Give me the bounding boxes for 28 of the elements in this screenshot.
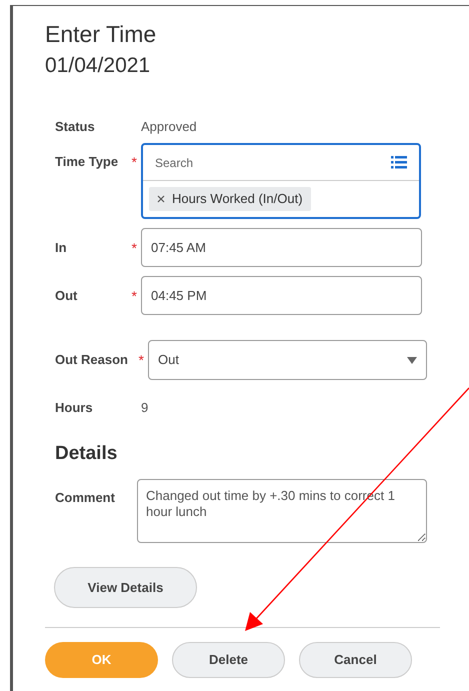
reason-dropdown[interactable]: Out bbox=[148, 340, 427, 380]
field-label: Status bbox=[55, 119, 95, 135]
required-marker: * bbox=[132, 287, 138, 304]
field-label: Time Type bbox=[55, 153, 118, 170]
required-marker: * bbox=[132, 239, 138, 256]
required-marker: * bbox=[138, 351, 145, 368]
section-heading: Details bbox=[55, 442, 118, 466]
remove-icon[interactable] bbox=[157, 195, 165, 203]
view-details-button[interactable]: View Details bbox=[54, 567, 197, 608]
field-value: Approved bbox=[141, 119, 197, 135]
action-button[interactable]: Delete bbox=[172, 642, 285, 678]
date-heading: 01/04/2021 bbox=[45, 53, 150, 79]
field-label: Comment bbox=[55, 489, 116, 506]
time-input-field[interactable]: 07:45 AM bbox=[141, 228, 422, 267]
selected-chip: Hours Worked (In/Out) bbox=[149, 187, 311, 211]
time-input-field[interactable]: 04:45 PM bbox=[141, 276, 422, 315]
field-value: 9 bbox=[141, 400, 148, 416]
field-label: Out bbox=[55, 287, 78, 304]
required-marker: * bbox=[132, 153, 138, 170]
action-button[interactable]: Cancel bbox=[299, 642, 412, 678]
field-label: In bbox=[55, 239, 67, 256]
list-icon[interactable] bbox=[391, 156, 407, 169]
search-field[interactable]: Search bbox=[155, 154, 391, 172]
time-type-box[interactable]: Search Hours Worked (In/Out) bbox=[141, 143, 421, 219]
field-label: Out Reason bbox=[55, 351, 128, 368]
field-label: Hours bbox=[55, 400, 93, 416]
dialog-title: Enter Time bbox=[45, 20, 158, 48]
dropdown-caret-icon bbox=[407, 356, 417, 364]
